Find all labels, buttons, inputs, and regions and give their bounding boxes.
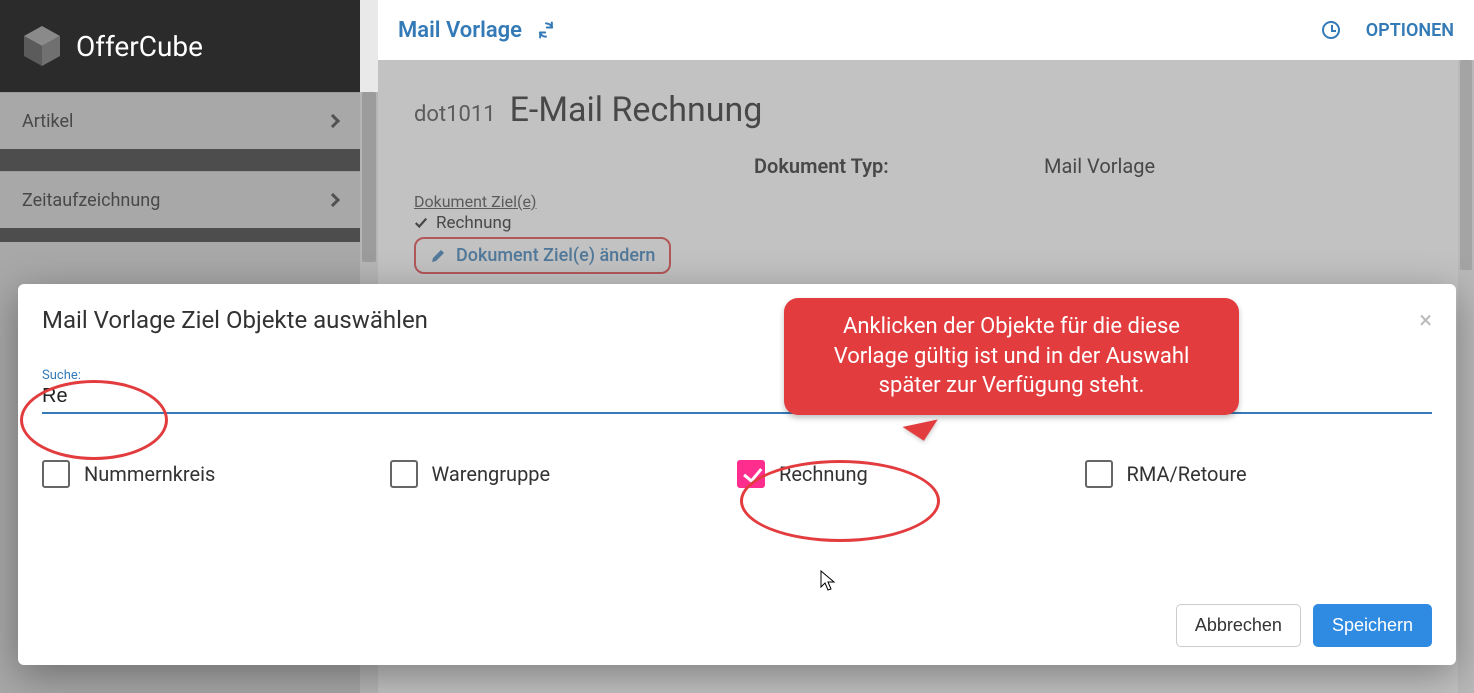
annotation-text: Anklicken der Objekte für die diese Vorl…: [834, 314, 1190, 398]
select-ziel-modal: Mail Vorlage Ziel Objekte auswählen × Su…: [18, 284, 1456, 665]
checkbox-option-rechnung[interactable]: Rechnung: [737, 460, 1085, 488]
save-button[interactable]: Speichern: [1313, 604, 1432, 647]
app-root: OfferCube Artikel Zeitaufzeichnung Mail …: [0, 0, 1474, 693]
cube-icon: [20, 24, 64, 68]
page-title[interactable]: Mail Vorlage: [398, 18, 522, 43]
checkbox-icon[interactable]: [42, 460, 70, 488]
topbar-left: Mail Vorlage: [398, 18, 556, 43]
checkbox-label: RMA/Retoure: [1127, 462, 1247, 486]
modal-footer: Abbrechen Speichern: [42, 584, 1432, 647]
checkbox-option-rma[interactable]: RMA/Retoure: [1085, 460, 1433, 488]
brand-name: OfferCube: [76, 30, 203, 63]
options-link[interactable]: OPTIONEN: [1366, 20, 1454, 41]
checkbox-label: Rechnung: [779, 462, 868, 486]
topbar-right: OPTIONEN: [1322, 20, 1454, 41]
modal-close-button[interactable]: ×: [1419, 306, 1432, 334]
topbar: Mail Vorlage OPTIONEN: [378, 0, 1474, 60]
brand-header[interactable]: OfferCube: [0, 0, 360, 92]
checkbox-icon[interactable]: [390, 460, 418, 488]
refresh-icon[interactable]: [536, 20, 556, 40]
checkbox-label: Nummernkreis: [84, 462, 215, 486]
clock-icon[interactable]: [1322, 21, 1340, 39]
checkbox-icon[interactable]: [1085, 460, 1113, 488]
checkbox-icon[interactable]: [737, 460, 765, 488]
checkbox-option-warengruppe[interactable]: Warengruppe: [390, 460, 738, 488]
checkbox-row: Nummernkreis Warengruppe Rechnung RMA/Re…: [42, 460, 1432, 488]
modal-title: Mail Vorlage Ziel Objekte auswählen: [42, 306, 428, 334]
cancel-button[interactable]: Abbrechen: [1176, 604, 1301, 647]
checkbox-label: Warengruppe: [432, 462, 551, 486]
checkbox-option-nummernkreis[interactable]: Nummernkreis: [42, 460, 390, 488]
annotation-callout: Anklicken der Objekte für die diese Vorl…: [784, 298, 1239, 415]
